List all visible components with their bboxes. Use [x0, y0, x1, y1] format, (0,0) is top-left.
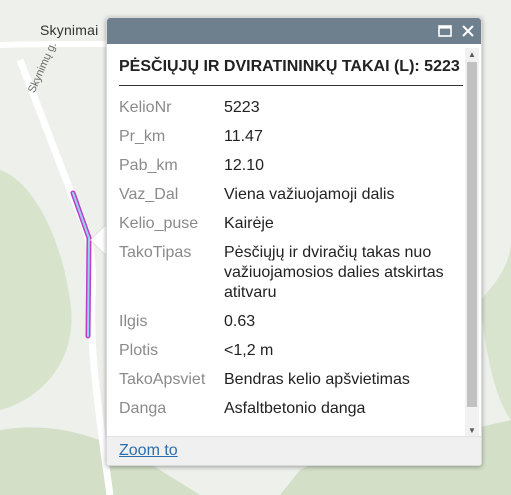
attribute-row: Plotis <1,2 m — [119, 336, 465, 365]
attribute-table: KelioNr 5223 Pr_km 11.47 Pab_km 12.10 Vaz_Dal V… — [119, 93, 465, 423]
scroll-up-arrow-icon[interactable]: ▲ — [465, 48, 479, 62]
attribute-row: Pr_km 11.47 — [119, 122, 465, 151]
attribute-value: Pėsčiųjų ir dviračių takas nuo važiuojam… — [224, 244, 444, 301]
maximize-button[interactable] — [435, 21, 455, 41]
attribute-row: Vaz_Dal Viena važiuojamoji dalis — [119, 180, 465, 209]
attribute-name: Plotis — [119, 342, 159, 359]
attribute-value: 0.63 — [224, 313, 256, 330]
popup-content[interactable]: PĖSČIŲJŲ IR DVIRATININKŲ TAKAI (L): 5223… — [119, 44, 465, 437]
attribute-name: Vaz_Dal — [119, 186, 179, 203]
scrollbar[interactable]: ▲ ▼ — [465, 48, 479, 438]
feature-popup: PĖSČIŲJŲ IR DVIRATININKŲ TAKAI (L): 5223… — [106, 17, 482, 466]
popup-pointer — [91, 224, 107, 256]
attribute-value: 5223 — [224, 99, 260, 116]
close-icon — [462, 25, 474, 37]
attribute-row: Kelio_puse Kairėje — [119, 209, 465, 238]
attribute-row: KelioNr 5223 — [119, 93, 465, 122]
zoom-to-link[interactable]: Zoom to — [119, 442, 178, 460]
place-label: Skynimai — [40, 22, 99, 38]
popup-title: PĖSČIŲJŲ IR DVIRATININKŲ TAKAI (L): 5223 — [119, 57, 463, 86]
attribute-value: Bendras kelio apšvietimas — [224, 371, 410, 388]
attribute-row: TakoTipas Pėsčiųjų ir dviračių takas nuo … — [119, 238, 465, 307]
attribute-row: Pab_km 12.10 — [119, 151, 465, 180]
attribute-value: 12.10 — [224, 157, 265, 174]
scrollbar-thumb[interactable] — [467, 62, 477, 407]
popup-header — [107, 18, 481, 44]
maximize-icon — [438, 25, 452, 37]
attribute-name: Kelio_puse — [119, 215, 199, 232]
attribute-name: Danga — [119, 400, 167, 417]
attribute-row: Ilgis 0.63 — [119, 307, 465, 336]
attribute-row: TakoApsviet Bendras kelio apšvietimas — [119, 365, 465, 394]
attribute-value: <1,2 m — [224, 342, 274, 359]
attribute-name: KelioNr — [119, 99, 172, 116]
attribute-name: Pab_km — [119, 157, 178, 174]
attribute-value: Asfaltbetonio danga — [224, 400, 366, 417]
attribute-value: Viena važiuojamoji dalis — [224, 186, 395, 203]
attribute-value: 11.47 — [224, 128, 263, 145]
attribute-name: Pr_km — [119, 128, 166, 145]
popup-footer: Zoom to — [107, 436, 481, 465]
attribute-name: Ilgis — [119, 313, 148, 330]
close-button[interactable] — [458, 21, 478, 41]
attribute-name: TakoApsviet — [119, 371, 206, 388]
attribute-row: Danga Asfaltbetonio danga — [119, 394, 465, 423]
attribute-name: TakoTipas — [119, 244, 192, 261]
attribute-value: Kairėje — [224, 215, 274, 232]
